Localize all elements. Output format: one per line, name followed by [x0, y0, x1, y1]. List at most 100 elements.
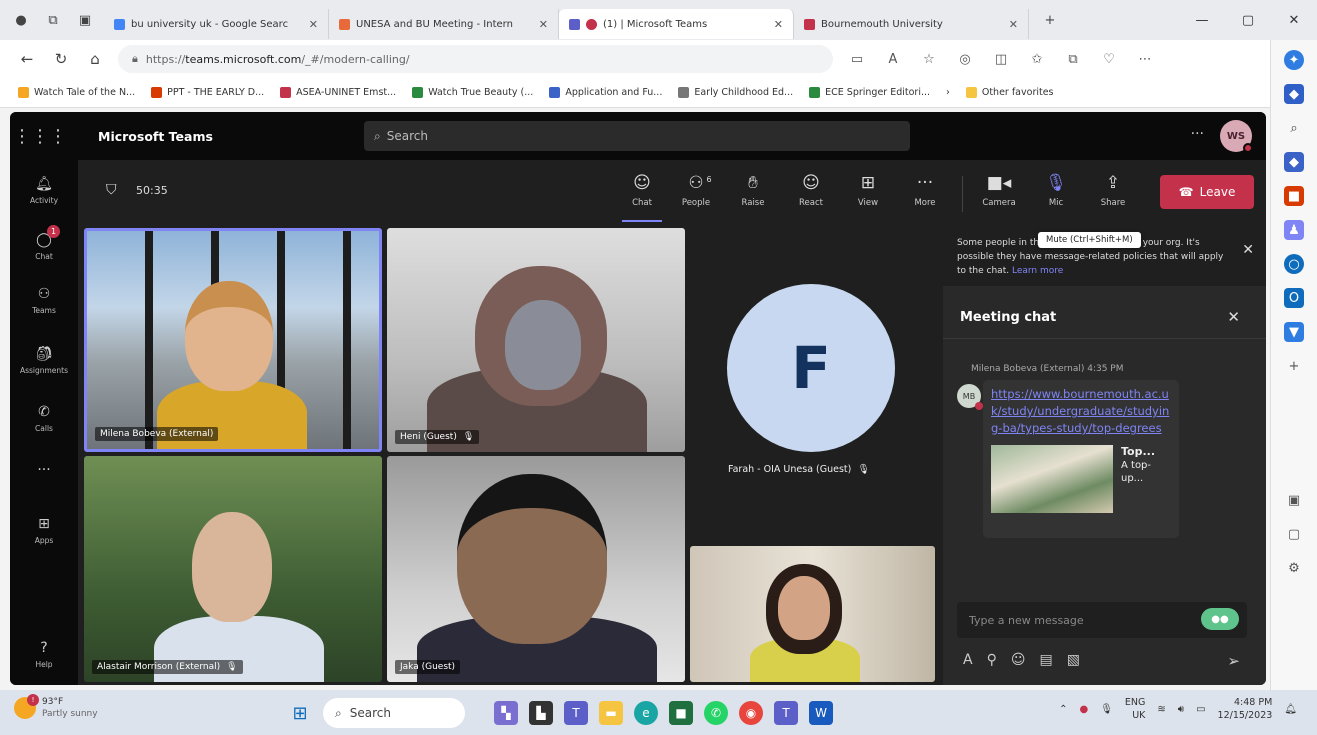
drop-icon[interactable]: ▼ [1284, 322, 1304, 342]
rail-item-apps[interactable]: ⊞ Apps [10, 514, 78, 545]
sticker-icon[interactable]: ▧ [1067, 652, 1080, 668]
mic-button[interactable]: 🎙︎ Mic [1036, 172, 1076, 208]
teams-app-icon[interactable]: T [564, 701, 588, 725]
tab-actions-icon[interactable]: ▣ [74, 9, 96, 31]
close-chat-icon[interactable]: ✕ [1227, 308, 1240, 326]
weather-widget[interactable]: ! 93°F Partly sunny [14, 694, 98, 720]
format-icon[interactable]: A [963, 652, 973, 668]
whatsapp-icon[interactable]: ✆ [704, 701, 728, 725]
bookmark-item[interactable]: ASEA-UNINET Emst... [280, 87, 396, 98]
more-options-icon[interactable]: ··· [1191, 126, 1204, 142]
volume-icon[interactable]: 🔊︎ [1178, 704, 1184, 715]
battery-icon[interactable]: ▭ [1196, 704, 1205, 715]
avatar[interactable]: WS [1220, 120, 1253, 153]
split-screen-icon[interactable]: ◫ [983, 52, 1019, 67]
chat-button[interactable]: ☺ Chat [622, 172, 662, 222]
browser-tab-teams[interactable]: (1) | Microsoft Teams ✕ [559, 9, 794, 39]
chevron-up-icon[interactable]: ⌃ [1059, 704, 1067, 715]
video-tile-milena[interactable]: Milena Bobeva (External) [84, 228, 382, 452]
tools-icon[interactable]: ■ [1284, 186, 1304, 206]
wifi-icon[interactable]: ≋ [1157, 704, 1165, 715]
add-icon[interactable]: + [1284, 356, 1304, 376]
browser-tab-bournemouth[interactable]: Bournemouth University ✕ [794, 9, 1029, 39]
copilot-icon[interactable]: ✦ [1284, 50, 1304, 70]
rail-item-chat[interactable]: ◯ 1 Chat [10, 225, 78, 261]
chrome-icon[interactable]: ◉ [739, 701, 763, 725]
widgets-app-icon[interactable]: ▚ [494, 701, 518, 725]
shopping-icon[interactable]: ◆ [1284, 152, 1304, 172]
games-icon[interactable]: ♟ [1284, 220, 1304, 240]
close-tab-icon[interactable]: ✕ [1009, 18, 1018, 31]
home-icon[interactable]: ⌂ [78, 50, 112, 68]
app-launcher-icon[interactable]: ⋮⋮⋮ [10, 126, 70, 147]
shield-icon[interactable]: ⛉ [106, 182, 117, 198]
people-button[interactable]: ⚇ 6 People [676, 172, 716, 208]
file-explorer-icon[interactable]: ▬ [599, 701, 623, 725]
workspaces-icon[interactable]: ⧉ [42, 9, 64, 31]
office-icon[interactable]: ○ [1284, 254, 1304, 274]
mic-tray-icon[interactable]: 🎙︎ [1100, 704, 1113, 715]
profile-icon[interactable]: ● [10, 9, 32, 31]
taskbar-search[interactable]: ⌕ Search [323, 698, 465, 728]
task-view-icon[interactable]: ▙ [529, 701, 553, 725]
leave-button[interactable]: ☎ Leave [1160, 175, 1254, 209]
react-button[interactable]: ☺ React [791, 172, 831, 208]
send-icon[interactable]: ➢ [1227, 652, 1240, 670]
favorites-icon[interactable]: ✩ [1019, 52, 1055, 67]
camera-button[interactable]: ■◂ Camera [979, 172, 1019, 208]
self-view-tile[interactable] [690, 546, 935, 682]
rail-more-icon[interactable]: ··· [10, 460, 78, 480]
emoji-icon[interactable]: ☺ [1011, 652, 1026, 668]
gear-icon[interactable]: ⚙ [1284, 558, 1304, 578]
minimize-icon[interactable]: — [1179, 13, 1225, 28]
rail-item-assignments[interactable]: 🎒︎ Assignments [10, 344, 78, 375]
store-icon[interactable]: ■ [669, 701, 693, 725]
start-icon[interactable]: ⊞ [288, 701, 312, 725]
settings-more-icon[interactable]: ⋯ [1127, 52, 1163, 67]
chevron-right-icon[interactable]: › [946, 87, 950, 98]
browser-tab-google[interactable]: bu university uk - Google Searc ✕ [104, 9, 329, 39]
collections-icon[interactable]: ⧉ [1055, 52, 1091, 67]
notification-bell-icon[interactable]: 🔔︎ [1284, 704, 1297, 715]
edge-icon[interactable]: e [634, 701, 658, 725]
video-tile-alastair[interactable]: Alastair Morrison (External) 🎙︎ [84, 456, 382, 682]
video-tile-farah[interactable]: F Farah - OIA Unesa (Guest) 🎙︎ [690, 228, 940, 546]
teams-work-icon[interactable]: T [774, 701, 798, 725]
gif-icon[interactable]: ▤ [1039, 652, 1052, 668]
clock[interactable]: 4:48 PM 12/15/2023 [1218, 696, 1273, 722]
video-tile-heni[interactable]: Heni (Guest) 🎙︎ [387, 228, 685, 452]
url-bar[interactable]: 🔒︎ https://teams.microsoft.com/_#/modern… [118, 45, 833, 73]
bookmark-item[interactable]: PPT - THE EARLY D... [151, 87, 264, 98]
close-tab-icon[interactable]: ✕ [309, 18, 318, 31]
share-button[interactable]: ⇪ Share [1093, 172, 1133, 208]
notification-icon[interactable]: ◆ [1284, 84, 1304, 104]
bookmark-item[interactable]: Early Childhood Ed... [678, 87, 793, 98]
close-tab-icon[interactable]: ✕ [774, 18, 783, 31]
raise-hand-button[interactable]: ✋︎ Raise [733, 172, 773, 208]
close-notice-icon[interactable]: ✕ [1242, 242, 1254, 258]
close-window-icon[interactable]: ✕ [1271, 13, 1317, 28]
search-icon[interactable]: ⌕ [1284, 118, 1304, 138]
antivirus-icon[interactable]: ● [1079, 704, 1088, 715]
message-input[interactable]: Type a new message ●● [957, 602, 1247, 638]
word-icon[interactable]: W [809, 701, 833, 725]
rail-item-teams[interactable]: ⚇ Teams [10, 284, 78, 315]
bookmark-item[interactable]: Application and Fu... [549, 87, 662, 98]
browser-essentials-icon[interactable]: ♡ [1091, 52, 1127, 67]
other-favorites[interactable]: Other favorites [965, 87, 1054, 98]
refresh-icon[interactable]: ↻ [44, 50, 78, 68]
message-link[interactable]: https://www.bournemouth.ac.uk/study/unde… [991, 386, 1173, 437]
rail-item-activity[interactable]: 🔔︎ Activity [10, 174, 78, 205]
bookmark-item[interactable]: Watch True Beauty (... [412, 87, 533, 98]
language-indicator[interactable]: ENG UK [1125, 696, 1145, 722]
attach-icon[interactable]: ⚲ [987, 652, 997, 668]
extensions-icon[interactable]: ◎ [947, 52, 983, 67]
browser-tab-unesa[interactable]: UNESA and BU Meeting - Intern ✕ [329, 9, 559, 39]
learn-more-link[interactable]: Learn more [1012, 266, 1063, 276]
rail-item-calls[interactable]: ✆ Calls [10, 402, 78, 433]
close-tab-icon[interactable]: ✕ [539, 18, 548, 31]
outlook-icon[interactable]: O [1284, 288, 1304, 308]
app-available-icon[interactable]: ▭ [839, 52, 875, 67]
maximize-icon[interactable]: ▢ [1225, 13, 1271, 28]
read-aloud-icon[interactable]: A [875, 52, 911, 67]
